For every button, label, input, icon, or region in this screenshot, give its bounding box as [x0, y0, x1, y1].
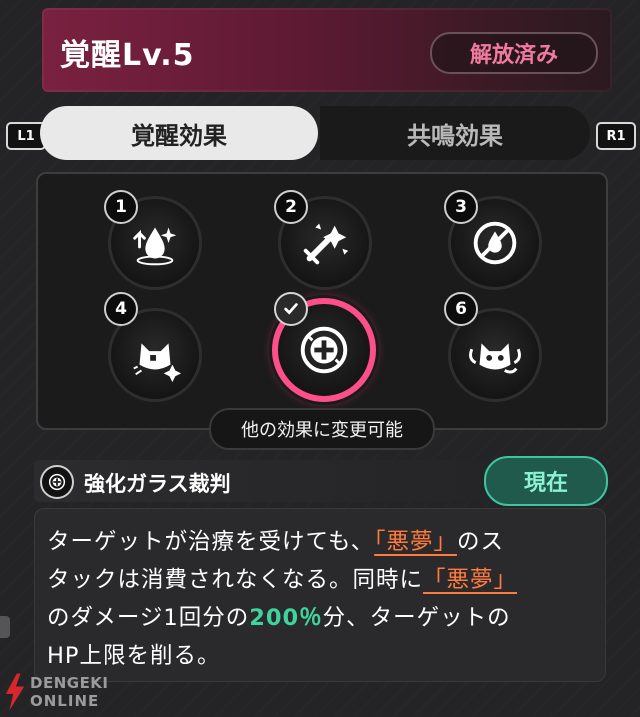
effect-description-box: ターゲットが治療を受けても、「悪夢」のス タックは消費されなくなる。同時に「悪夢…	[34, 508, 606, 682]
shattered-sword-icon	[303, 223, 349, 265]
cat-spark-icon	[133, 343, 182, 383]
awakening-node-panel: 1 2 3 4 6	[36, 172, 608, 430]
keyword-nightmare[interactable]: 「悪夢」	[374, 529, 457, 555]
node-number-1: 1	[104, 190, 138, 224]
cat-devil-icon	[469, 343, 521, 374]
watermark-line-2: ONLINE	[30, 692, 100, 710]
effect-description: ターゲットが治療を受けても、「悪夢」のス タックは消費されなくなる。同時に「悪夢…	[47, 523, 593, 675]
tab-awakening-effect[interactable]: 覚醒効果	[40, 106, 318, 160]
side-menu-handle[interactable]	[0, 616, 10, 638]
water-drop-upgrade-icon	[133, 227, 177, 266]
node-number-2: 2	[274, 190, 308, 224]
value-percent: 200％	[249, 605, 323, 631]
desc-text: タックは消費されなくなる。同時に	[47, 567, 424, 593]
desc-line-2: タックは消費されなくなる。同時に「悪夢」	[47, 561, 593, 599]
watermark-line-1: DENGEKI	[30, 674, 109, 692]
shield-cross-icon	[300, 326, 348, 374]
selected-check-icon	[274, 292, 308, 326]
r1-shoulder-button[interactable]: R1	[596, 122, 636, 150]
desc-text: のス	[456, 529, 504, 555]
change-effect-hint: 他の効果に変更可能	[209, 408, 435, 450]
tab-bar: L1 覚醒効果 共鳴効果 R1	[0, 106, 640, 160]
awakening-header: 覚醒Lv.5 解放済み	[42, 8, 612, 92]
current-badge: 現在	[484, 456, 608, 506]
status-badge: 解放済み	[430, 32, 598, 74]
tab-resonance-effect[interactable]: 共鳴効果	[320, 106, 590, 160]
lightning-logo-icon	[5, 673, 25, 711]
page-title: 覚醒Lv.5	[60, 38, 195, 73]
water-drop-prohibit-icon	[473, 221, 517, 265]
node-number-3: 3	[444, 190, 478, 224]
keyword-nightmare[interactable]: 「悪夢」	[423, 567, 517, 593]
desc-line-1: ターゲットが治療を受けても、「悪夢」のス	[47, 523, 593, 561]
site-watermark: DENGEKI ONLINE	[2, 668, 142, 716]
desc-line-3: のダメージ1回分の200％分、ターゲットの	[47, 599, 593, 637]
desc-text: 分、ターゲットの	[322, 605, 511, 631]
node-number-4: 4	[104, 292, 138, 326]
effect-name: 強化ガラス裁判	[84, 472, 231, 496]
shield-cross-icon	[40, 465, 74, 499]
desc-text: ターゲットが治療を受けても、	[47, 529, 375, 555]
node-number-6: 6	[444, 292, 478, 326]
desc-text: のダメージ1回分の	[47, 605, 250, 631]
